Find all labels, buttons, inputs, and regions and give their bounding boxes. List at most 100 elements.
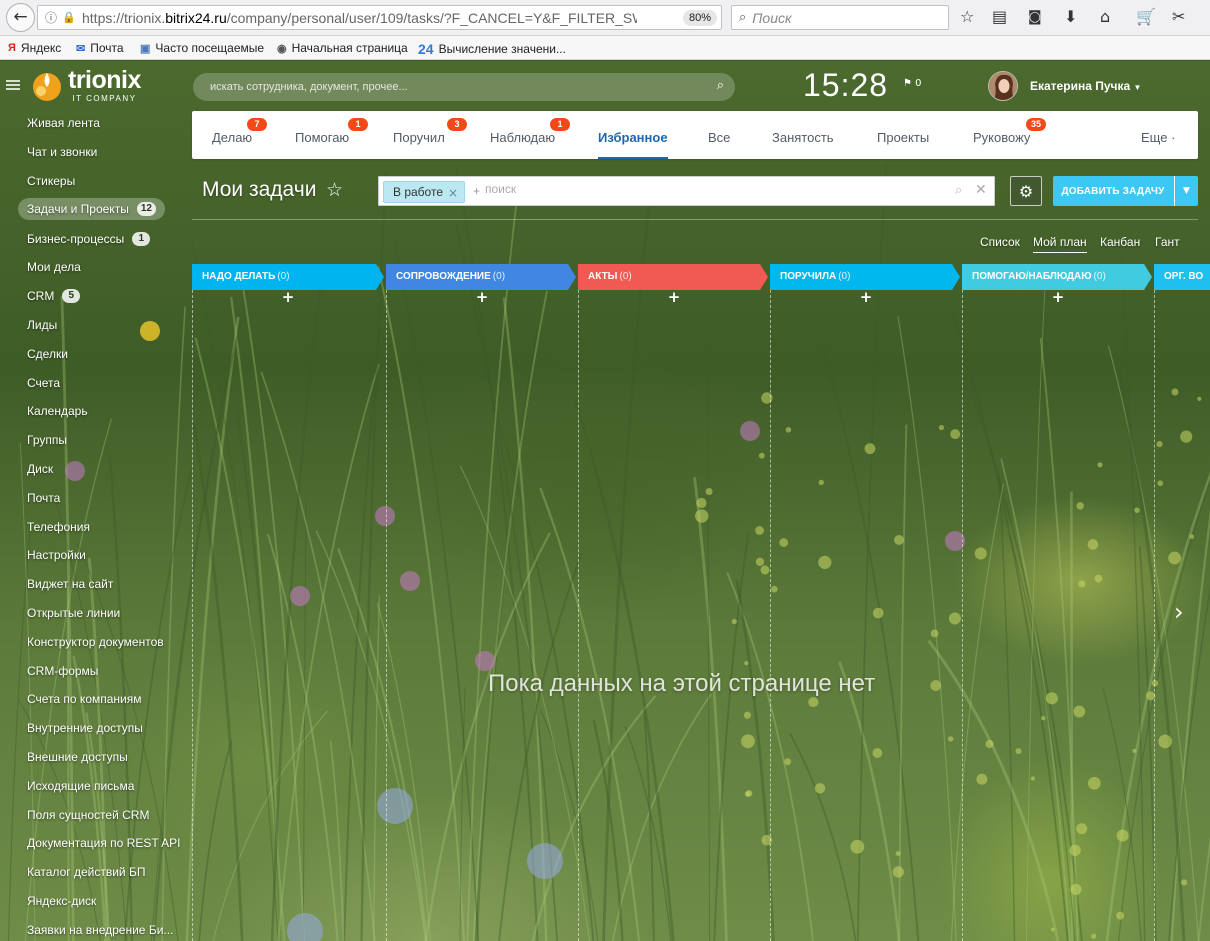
sidebar-item[interactable]: Живая лента [18,112,109,134]
add-card-plus-icon[interactable]: + [278,288,298,306]
tab-3[interactable]: Наблюдаю 1 [490,118,570,145]
tab-9[interactable]: Еще · [1141,130,1175,145]
sidebar-item[interactable]: Диск [18,458,62,480]
view-kanban[interactable]: Канбан [1100,235,1140,249]
cart-icon[interactable]: 🛒 [1136,8,1156,26]
sidebar-item[interactable]: Почта [18,487,69,509]
sidebar-item[interactable]: Сделки [18,343,77,365]
download-icon[interactable]: ⬇ [1064,8,1077,26]
avatar[interactable] [988,71,1018,101]
sidebar-item[interactable]: Лиды [18,314,66,336]
portal-search-input[interactable] [210,81,690,93]
view-my-plan[interactable]: Мой план [1033,235,1087,253]
kanban-column-header[interactable]: ПОМОГАЮ/НАБЛЮДАЮ (0) [962,264,1152,290]
kanban-column-header[interactable]: СОПРОВОЖДЕНИЕ (0) [386,264,576,290]
filter-chip[interactable]: В работе × [383,181,466,203]
filter-bar[interactable]: В работе × + ⌕ ✕ [378,176,995,206]
sidebar-item[interactable]: Конструктор документов [18,631,173,653]
logo[interactable]: trionix IT COMPANY [30,68,141,103]
settings-button[interactable]: ⚙ [1010,176,1042,206]
view-gantt[interactable]: Гант [1155,235,1180,249]
view-list[interactable]: Список [980,235,1020,249]
sidebar-item[interactable]: Чат и звонки [18,141,106,163]
zoom-indicator[interactable]: 80% [683,10,718,26]
tab-6[interactable]: Занятость [772,130,834,145]
add-card-plus-icon[interactable]: + [664,288,684,306]
sidebar-item[interactable]: Исходящие письма [18,775,143,797]
sidebar-item[interactable]: Счета [18,372,69,394]
sidebar-item[interactable]: Бизнес-процессы 1 [18,228,159,250]
sidebar-item[interactable]: Открытые линии [18,602,129,624]
address-url[interactable]: https://trionix.bitrix24.ru/company/pers… [82,10,637,26]
bookmark-bitrix[interactable]: 24 Вычисление значени... [418,41,566,57]
clear-icon[interactable]: ✕ [975,182,987,198]
add-card-plus-icon[interactable]: + [856,288,876,306]
pocket-icon[interactable]: ◙ [1028,8,1042,26]
reading-list-icon[interactable]: ▤ [992,8,1007,26]
lock-icon[interactable]: 🔒 [61,11,77,24]
back-button[interactable]: ← [6,3,35,32]
browser-search-input[interactable] [752,9,933,26]
kanban-column-header[interactable]: ОРГ. ВО [1154,264,1210,290]
tab-7[interactable]: Проекты [877,130,929,145]
bookmark-yandex[interactable]: Я Яндекс [8,41,61,55]
tab-4[interactable]: Избранное [598,130,668,159]
sidebar-item[interactable]: Внутренние доступы [18,717,152,739]
sidebar-item[interactable]: Поля сущностей CRM [18,804,158,826]
sidebar-item[interactable]: CRM 5 [18,285,89,307]
sidebar-item[interactable]: Виджет на сайт [18,573,122,595]
add-card-plus-icon[interactable]: + [472,288,492,306]
search-icon[interactable]: ⌕ [717,78,724,93]
bookmark-most-visited[interactable]: ▣ Часто посещаемые [140,41,264,55]
sidebar-item[interactable]: Стикеры [18,170,84,192]
tab-0[interactable]: Делаю 7 [212,118,267,145]
sidebar-item[interactable]: Счета по компаниям [18,688,151,710]
tab-1[interactable]: Помогаю 1 [295,118,368,145]
flag-counter[interactable]: ⚑ 0 [903,78,922,89]
kanban-column[interactable]: НАДО ДЕЛАТЬ (0) [192,264,386,290]
user-menu[interactable]: Екатерина Пучка ▼ [1030,79,1141,93]
sidebar-item[interactable]: Документация по REST API [18,832,190,854]
kanban-column-header[interactable]: ПОРУЧИЛА (0) [770,264,960,290]
chevron-down-icon[interactable]: ▼ [1174,176,1198,206]
info-icon[interactable]: ⓘ [43,9,59,26]
sidebar-item[interactable]: Каталог действий БП [18,861,154,883]
kanban-column[interactable]: ПОМОГАЮ/НАБЛЮДАЮ (0) [962,264,1154,290]
sidebar-item[interactable]: Яндекс-диск [18,890,105,912]
menu-icon[interactable] [6,80,20,90]
sidebar-item[interactable]: Настройки [18,544,95,566]
tab-5[interactable]: Все [708,130,730,145]
portal-search[interactable]: ⌕ [193,73,735,101]
tab-2[interactable]: Поручил 3 [393,118,467,145]
bookmark-star-icon[interactable]: ☆ [960,8,974,26]
kanban-column[interactable]: ПОРУЧИЛА (0) [770,264,962,290]
kanban-column-header[interactable]: НАДО ДЕЛАТЬ (0) [192,264,384,290]
kanban-column[interactable]: АКТЫ (0) [578,264,770,290]
sidebar-item[interactable]: Задачи и Проекты 12 [18,198,165,220]
bookmark-home-page[interactable]: ◉ Начальная страница [277,41,408,55]
filter-search-input[interactable] [485,182,885,196]
favorite-star-icon[interactable]: ☆ [326,179,343,201]
sidebar-item[interactable]: Группы [18,429,76,451]
extension-icon[interactable]: ✂ [1172,8,1185,26]
home-icon[interactable]: ⌂ [1100,8,1110,26]
browser-search[interactable]: ⌕ [731,5,949,30]
tab-8[interactable]: Руковожу 35 [973,118,1046,145]
sidebar-item[interactable]: Внешние доступы [18,746,137,768]
sidebar-item[interactable]: Заявки на внедрение Би... [18,919,182,941]
bookmark-mail[interactable]: ✉ Почта [76,41,124,55]
sidebar-item[interactable]: Мои дела [18,256,90,278]
add-card-plus-icon[interactable]: + [1048,288,1068,306]
kanban-column[interactable]: СОПРОВОЖДЕНИЕ (0) [386,264,578,290]
close-icon[interactable]: × [448,183,458,203]
search-icon[interactable]: ⌕ [955,183,962,198]
chevron-right-icon[interactable]: › [1174,598,1184,626]
kanban-column-header[interactable]: АКТЫ (0) [578,264,768,290]
add-task-button[interactable]: ДОБАВИТЬ ЗАДАЧУ ▼ [1053,176,1198,206]
address-bar[interactable]: ⓘ 🔒 https://trionix.bitrix24.ru/company/… [37,5,722,30]
sidebar-item[interactable]: Календарь [18,400,97,422]
kanban-column[interactable]: ОРГ. ВО [1154,264,1210,290]
sidebar-item[interactable]: CRM-формы [18,660,107,682]
clock[interactable]: 15:28 [803,67,888,104]
sidebar-item[interactable]: Телефония [18,516,99,538]
